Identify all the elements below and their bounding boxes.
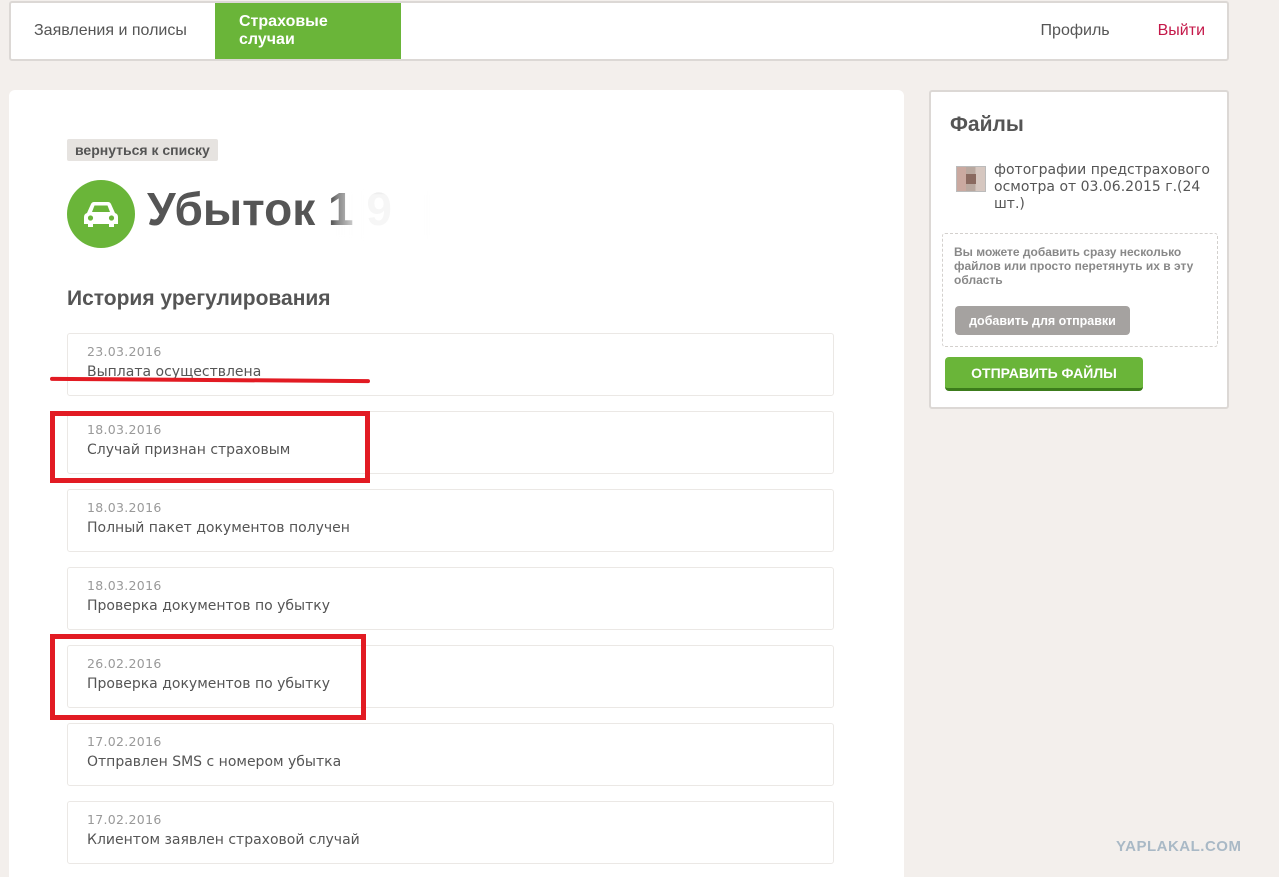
file-link[interactable]: фотографии предстрахового осмотра от 03.…: [994, 162, 1219, 213]
list-item: 17.02.2016 Клиентом заявлен страховой сл…: [67, 801, 834, 864]
red-box-annotation: [50, 411, 370, 483]
watermark: YAPLAKAL.COM: [1116, 838, 1242, 855]
history-date: 18.03.2016: [87, 500, 162, 515]
file-thumbnail-icon[interactable]: [956, 166, 986, 192]
history-title: История урегулирования: [67, 287, 331, 310]
history-date: 23.03.2016: [87, 344, 162, 359]
list-item: 18.03.2016 Проверка документов по убытку: [67, 567, 834, 630]
history-date: 17.02.2016: [87, 812, 162, 827]
history-status: Проверка документов по убытку: [87, 598, 330, 614]
history-status: Клиентом заявлен страховой случай: [87, 832, 360, 848]
page: Заявления и полисы Страховые случаи Проф…: [0, 0, 1279, 877]
history-date: 17.02.2016: [87, 734, 162, 749]
drop-hint: Вы можете добавить сразу несколько файло…: [954, 245, 1194, 287]
nav-right: Профиль Выйти: [1041, 3, 1227, 59]
red-box-annotation: [50, 634, 366, 720]
back-to-list-button[interactable]: вернуться к списку: [67, 139, 218, 161]
history-date: 18.03.2016: [87, 578, 162, 593]
file-drop-zone[interactable]: Вы можете добавить сразу несколько файло…: [942, 233, 1218, 347]
list-item: 18.03.2016 Полный пакет документов получ…: [67, 489, 834, 552]
files-title: Файлы: [950, 113, 1024, 136]
history-status: Полный пакет документов получен: [87, 520, 350, 536]
profile-link[interactable]: Профиль: [1041, 22, 1110, 40]
logout-link[interactable]: Выйти: [1158, 22, 1205, 40]
send-files-button[interactable]: ОТПРАВИТЬ ФАЙЛЫ: [945, 357, 1143, 391]
claim-panel: вернуться к списку Убыток 1 9 История ур…: [9, 90, 904, 877]
add-for-upload-button[interactable]: добавить для отправки: [955, 306, 1130, 335]
car-icon: [67, 180, 135, 248]
history-status: Отправлен SMS с номером убытка: [87, 754, 342, 770]
top-nav: Заявления и полисы Страховые случаи Проф…: [9, 1, 1229, 61]
redaction-blur: [334, 190, 429, 240]
list-item: 23.03.2016 Выплата осуществлена: [67, 333, 834, 396]
files-panel: Файлы фотографии предстрахового осмотра …: [929, 90, 1229, 409]
tab-insurance-cases[interactable]: Страховые случаи: [215, 3, 401, 59]
list-item: 17.02.2016 Отправлен SMS с номером убытк…: [67, 723, 834, 786]
tab-policies[interactable]: Заявления и полисы: [11, 3, 215, 59]
